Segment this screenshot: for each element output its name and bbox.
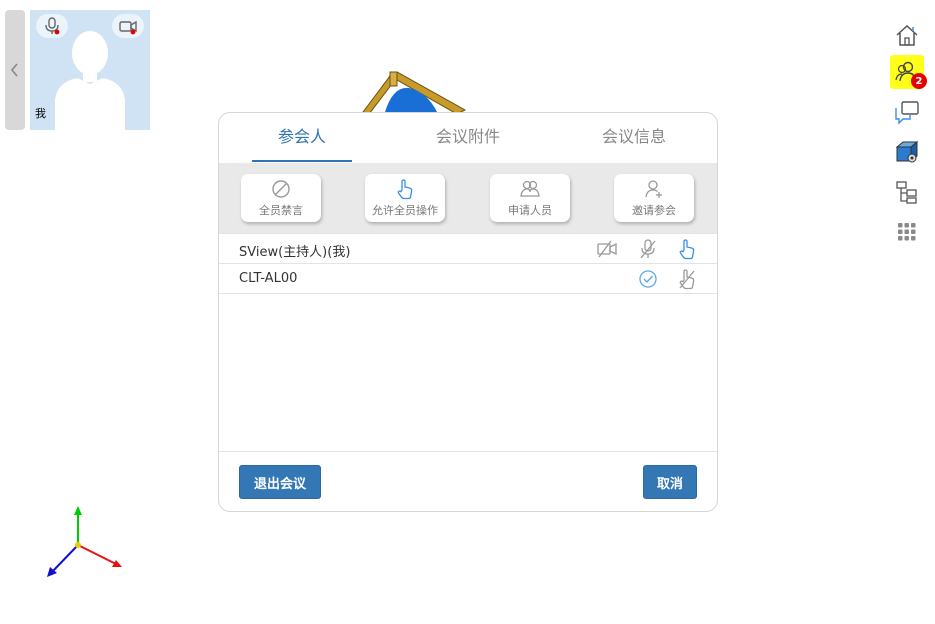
mic-muted-icon [45, 17, 60, 35]
invite-button[interactable]: 邀请参会 [614, 174, 694, 222]
user-add-icon [645, 180, 662, 198]
applicants-button[interactable]: 申请人员 [490, 174, 570, 222]
model-settings-button[interactable] [890, 135, 924, 169]
participant-name: SView(主持人)(我) [239, 245, 351, 260]
tile-user-name: 我 [35, 107, 46, 120]
check-circle-icon [639, 270, 657, 288]
tab-meeting-info[interactable]: 会议信息 [551, 113, 717, 163]
tab-attachments[interactable]: 会议附件 [385, 113, 551, 163]
allow-all-operate-label: 允许全员操作 [372, 204, 438, 217]
tree-icon [896, 181, 917, 204]
participant-row[interactable]: CLT-AL00 [219, 263, 717, 294]
mute-all-label: 全员禁言 [259, 204, 303, 217]
participant-row[interactable]: SView(主持人)(我) [219, 233, 717, 263]
applicants-label: 申请人员 [508, 204, 552, 217]
allow-all-operate-button[interactable]: 允许全员操作 [365, 174, 445, 222]
camera-off-icon [119, 20, 137, 35]
structure-tree-button[interactable] [890, 175, 924, 209]
participant-mic-toggle[interactable] [637, 238, 659, 260]
apps-grid-icon [898, 223, 916, 241]
participants-button[interactable]: 2 [890, 55, 927, 89]
hand-off-icon [679, 269, 695, 290]
participant-camera-toggle[interactable] [596, 238, 618, 260]
participant-operate-toggle[interactable] [676, 238, 698, 260]
camera-off-icon [597, 240, 617, 258]
participant-name: CLT-AL00 [239, 271, 298, 286]
hand-pointer-icon [397, 179, 413, 200]
participant-status-check[interactable] [637, 268, 659, 290]
tile-camera-button[interactable] [112, 14, 144, 38]
participants-count-badge: 2 [911, 73, 927, 89]
exit-meeting-button[interactable]: 退出会议 [239, 465, 321, 499]
tile-mic-button[interactable] [36, 14, 68, 38]
mic-off-icon [640, 239, 656, 259]
hand-pointer-icon [679, 239, 695, 260]
home-button[interactable] [890, 18, 924, 52]
home-icon [896, 24, 918, 46]
apps-button[interactable] [890, 215, 924, 249]
participant-list: SView(主持人)(我) CLT-AL00 [219, 233, 717, 294]
chat-icon [895, 101, 919, 125]
chevron-left-icon [10, 63, 18, 77]
self-video-tile[interactable]: 我 [30, 10, 150, 130]
mute-all-button[interactable]: 全员禁言 [241, 174, 321, 222]
axis-gizmo [47, 506, 122, 577]
meeting-dialog: 参会人 会议附件 会议信息 全员禁言 允许全员操作 申请人员 邀请参会 SVie… [218, 112, 718, 512]
participant-actions-bar: 全员禁言 允许全员操作 申请人员 邀请参会 [219, 163, 717, 233]
invite-label: 邀请参会 [632, 204, 676, 217]
dialog-tabs: 参会人 会议附件 会议信息 [219, 113, 717, 163]
participant-operate-toggle[interactable] [676, 268, 698, 290]
cancel-button[interactable]: 取消 [643, 465, 697, 499]
no-entry-icon [272, 180, 290, 198]
dialog-footer: 退出会议 取消 [219, 451, 717, 511]
model-settings-icon [895, 140, 919, 163]
users-icon [520, 180, 540, 197]
chat-button[interactable] [890, 95, 924, 129]
tab-participants[interactable]: 参会人 [219, 113, 385, 163]
collapse-panel-button[interactable] [5, 10, 25, 130]
